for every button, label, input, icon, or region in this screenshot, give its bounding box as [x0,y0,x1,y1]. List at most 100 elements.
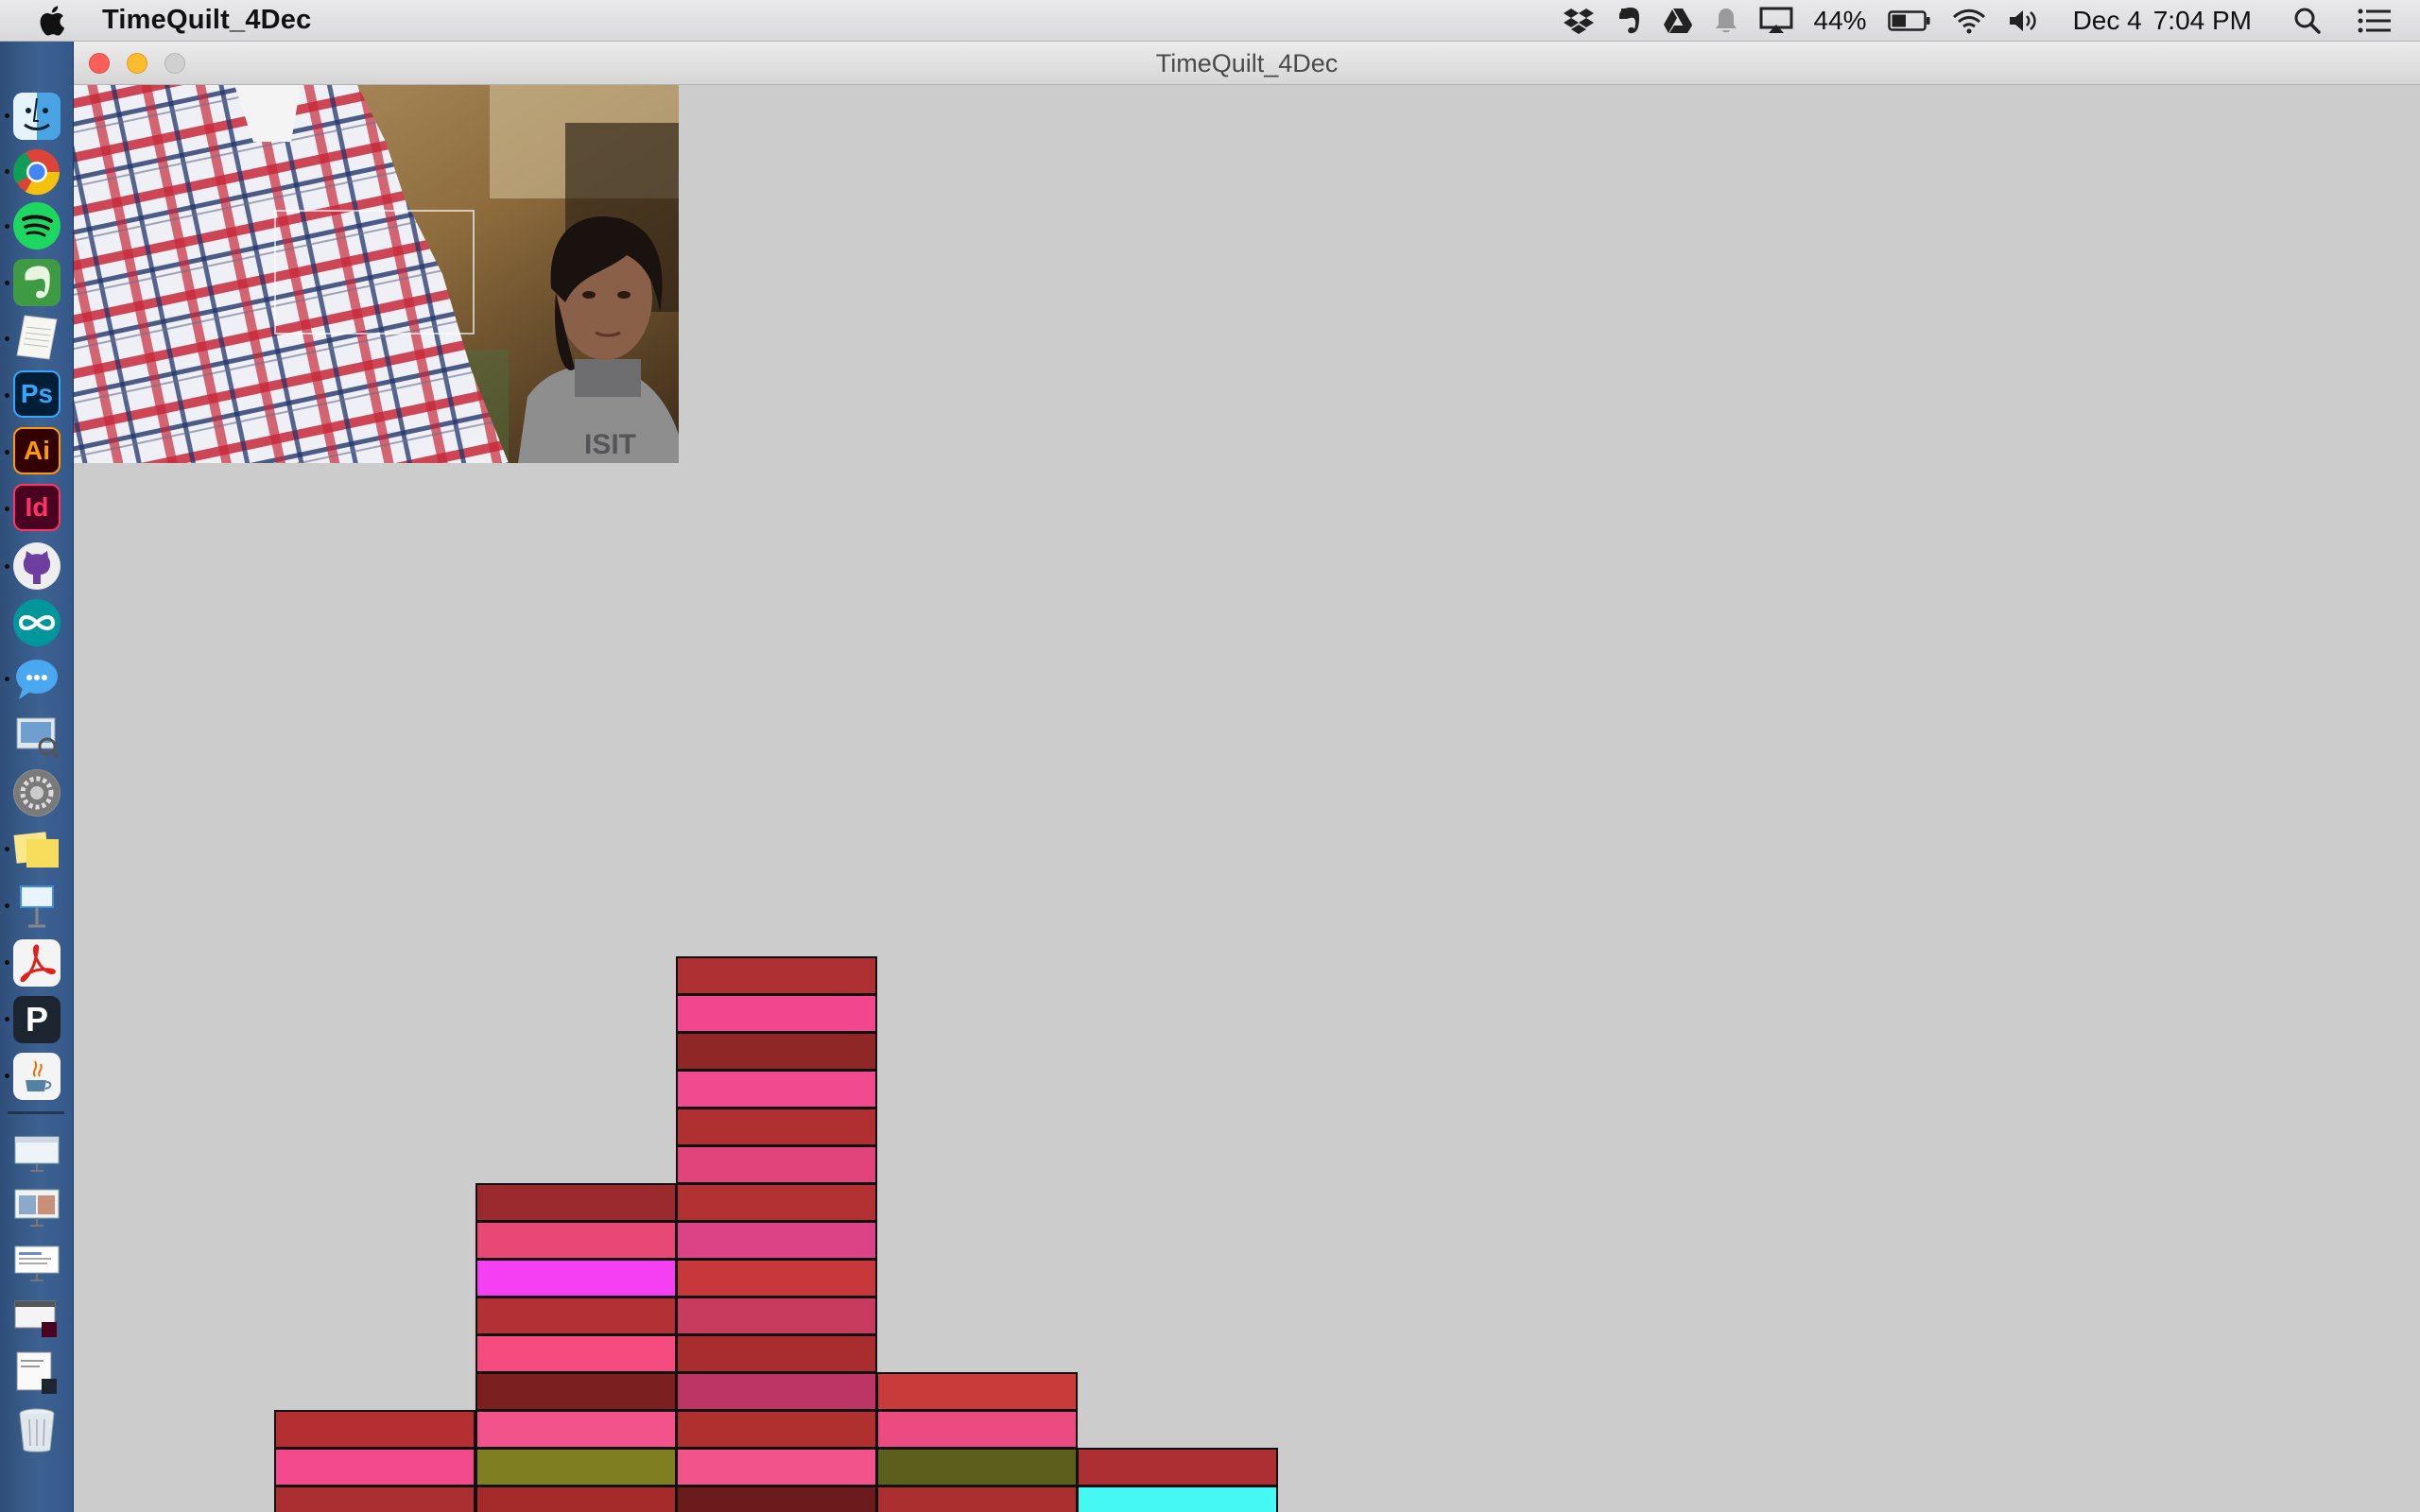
dock-arduino[interactable] [13,599,60,646]
title-bar[interactable]: TimeQuilt_4Dec [74,42,2420,85]
dock: Ps Ai Id P [0,42,74,1512]
window-thumbnail-icon [14,1246,60,1281]
dock-processing[interactable]: P [13,996,60,1043]
quilt-cell [475,1410,677,1449]
dock-chrome[interactable] [13,148,60,196]
running-indicator [5,224,9,229]
dock-label: Ai [24,436,50,465]
running-indicator [5,393,9,398]
dock-java[interactable] [13,1053,60,1100]
volume-icon[interactable] [2007,0,2041,42]
quilt-cell [676,1183,877,1222]
quilt-cell [676,1486,877,1512]
running-indicator [5,564,9,569]
quilt-cell [1077,1486,1278,1512]
quilt-cell [274,1486,475,1512]
battery-percent[interactable]: 44% [1814,6,1867,36]
quilt-cell [475,1297,677,1335]
quilt-cell [876,1486,1078,1512]
airplay-icon[interactable] [1759,0,1793,42]
quilt-cell [676,1448,877,1486]
window-thumbnail-icon [14,1300,57,1337]
evernote-icon[interactable] [1616,0,1642,42]
spotlight-search-icon[interactable] [2293,0,2322,42]
dock-minimized-window-processing[interactable] [13,1349,60,1397]
quilt-cell [676,1372,877,1411]
dock-separator [8,1111,64,1114]
dropbox-icon[interactable] [1563,0,1595,42]
dock-illustrator[interactable]: Ai [13,427,60,474]
dock-label: Ps [20,379,54,408]
quilt-cell [1077,1448,1278,1486]
dock-github[interactable] [13,542,60,590]
quilt-cell [475,1372,677,1411]
running-indicator [5,336,9,341]
app-name-menu[interactable]: TimeQuilt_4Dec [102,5,311,36]
dock-textedit[interactable] [13,314,60,361]
app-window: TimeQuilt_4Dec ISIT [74,42,2420,1512]
quilt-cell [676,1259,877,1297]
running-indicator [5,677,9,681]
running-indicator [5,507,9,511]
dock-minimized-window-2[interactable] [13,1183,60,1230]
dock-evernote[interactable] [13,259,60,306]
dock-trash[interactable] [13,1406,60,1453]
acrobat-pdf-icon [20,944,56,983]
webcam-image: ISIT [74,85,679,463]
apple-icon[interactable] [38,5,66,37]
stickies-icon [13,832,59,868]
dock-label: Id [25,492,49,522]
wifi-icon[interactable] [1952,0,1986,42]
dock-label: P [25,1000,48,1039]
chrome-icon [13,149,60,196]
webcam-feed: ISIT [74,85,679,463]
dock-preview[interactable] [13,713,60,760]
messages-icon [16,660,58,699]
quilt-cell [676,1070,877,1108]
google-drive-icon[interactable] [1663,0,1693,42]
keynote-podium-icon [20,885,54,928]
quilt-cell [676,956,877,995]
quilt-cell [676,1108,877,1146]
preview-icon [16,717,60,759]
notification-center-icon[interactable] [2358,0,2392,42]
quilt-cell [475,1221,677,1260]
battery-icon[interactable] [1887,0,1931,42]
svg-text:ISIT: ISIT [584,429,636,460]
quilt-cell [676,1032,877,1071]
dock-system-preferences[interactable] [13,769,60,816]
finder-icon [24,97,50,130]
quilt-cell [876,1448,1078,1486]
quilt-cell [676,1410,877,1449]
dock-photoshop[interactable]: Ps [13,370,60,418]
dock-minimized-window-1[interactable] [13,1128,60,1176]
dock-messages[interactable] [13,656,60,703]
menu-bar: TimeQuilt_4Dec 44% Dec 4 7:04 PM [0,0,2420,42]
spotify-icon [14,203,60,249]
clock-time[interactable]: 7:04 PM [2153,6,2252,36]
quilt-cell [676,1297,877,1335]
dock-stickies[interactable] [13,826,60,873]
gear-icon [14,770,60,816]
dock-keynote[interactable] [13,883,60,930]
quilt-cell [274,1448,475,1486]
sketch-canvas[interactable]: ISIT [74,85,2420,1512]
arduino-icon [14,600,60,645]
dock-spotify[interactable] [13,202,60,249]
dock-indesign[interactable]: Id [13,484,60,531]
dock-acrobat[interactable] [13,939,60,987]
dock-minimized-window-3[interactable] [13,1238,60,1285]
dock-finder[interactable] [13,93,60,140]
window-thumbnail-icon [14,1136,60,1172]
running-indicator [5,281,9,285]
clock-date[interactable]: Dec 4 [2073,6,2142,36]
quilt-cell [475,1334,677,1373]
running-indicator [5,960,9,965]
dock-minimized-window-indesign[interactable] [13,1295,60,1342]
running-indicator [5,169,9,174]
window-thumbnail-icon [16,1351,57,1394]
running-indicator [5,1017,9,1022]
window-thumbnail-icon [14,1189,60,1227]
notification-bell-icon[interactable] [1714,0,1738,42]
trash-icon [19,1408,55,1452]
